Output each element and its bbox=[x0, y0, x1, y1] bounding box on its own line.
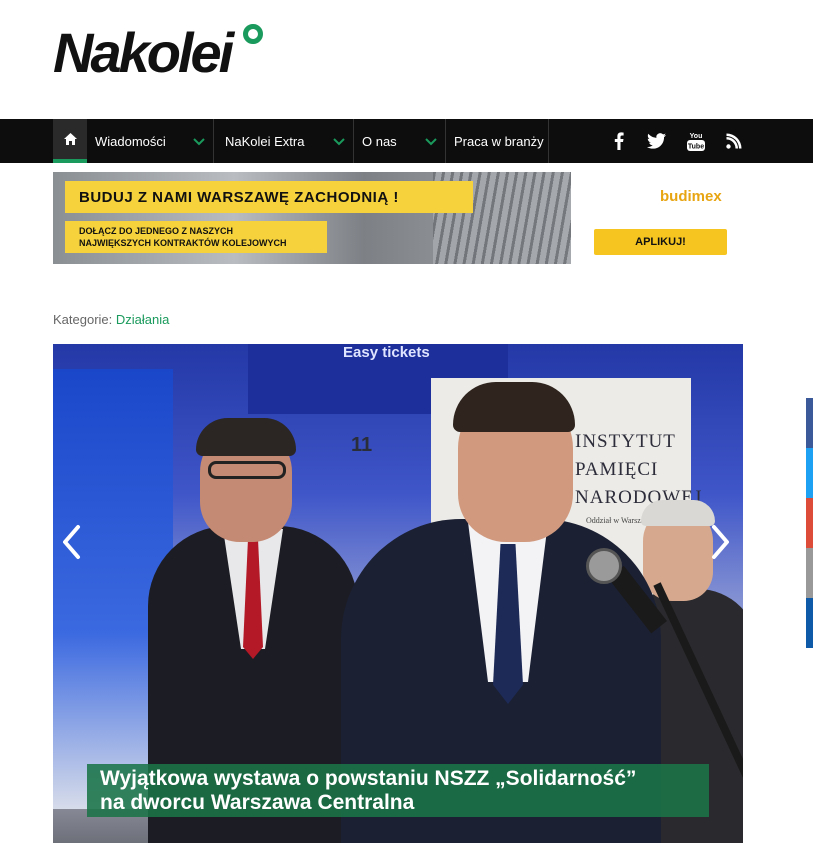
share-email-button[interactable] bbox=[806, 548, 813, 598]
categories-label: Kategorie: bbox=[53, 312, 113, 327]
main-navigation: Wiadomości NaKolei Extra O nas Praca w b… bbox=[0, 119, 813, 163]
logo-wordmark: Nakolei bbox=[53, 21, 234, 84]
nav-item-label: Wiadomości bbox=[95, 133, 166, 149]
rss-link[interactable] bbox=[716, 119, 752, 163]
chevron-down-icon[interactable] bbox=[423, 133, 439, 149]
logo-dot bbox=[243, 24, 263, 44]
nav-item-praca-w-branzy[interactable]: Praca w branży bbox=[446, 119, 549, 163]
category-link[interactable]: Działania bbox=[116, 312, 169, 327]
facebook-icon bbox=[614, 132, 624, 150]
ipn-line: PAMIĘCI bbox=[575, 459, 659, 480]
share-google-button[interactable] bbox=[806, 498, 813, 548]
photo-sign-text: Easy tickets bbox=[343, 344, 430, 361]
svg-text:You: You bbox=[690, 133, 703, 140]
nav-item-label: Praca w branży bbox=[454, 133, 544, 149]
banner-subline-1: DOŁĄCZ DO JEDNEGO Z NASZYCH bbox=[79, 226, 234, 236]
twitter-icon bbox=[646, 133, 666, 149]
caption-line-2: na dworcu Warszawa Centralna bbox=[100, 791, 415, 814]
nav-item-wiadomosci[interactable]: Wiadomości bbox=[87, 119, 214, 163]
photo-platform-number: 11 bbox=[351, 434, 373, 456]
photo-person-center-hair bbox=[453, 382, 575, 432]
caption-line-1: Wyjątkowa wystawa o powstaniu NSZZ „Soli… bbox=[100, 767, 637, 790]
article-categories: Kategorie: Działania bbox=[53, 312, 169, 327]
nav-item-o-nas[interactable]: O nas bbox=[354, 119, 446, 163]
banner-headline: BUDUJ Z NAMI WARSZAWĘ ZACHODNIĄ ! bbox=[65, 181, 473, 213]
home-icon bbox=[63, 133, 77, 145]
nav-item-label: O nas bbox=[362, 133, 397, 149]
advertisement-banner[interactable]: BUDUJ Z NAMI WARSZAWĘ ZACHODNIĄ ! DOŁĄCZ… bbox=[53, 172, 733, 264]
photo-person-left-hair bbox=[196, 418, 296, 456]
banner-subline: DOŁĄCZ DO JEDNEGO Z NASZYCH NAJWIĘKSZYCH… bbox=[65, 221, 327, 253]
share-bar bbox=[806, 398, 813, 648]
site-header: Nakolei bbox=[0, 0, 813, 119]
nav-home-button[interactable] bbox=[53, 119, 87, 163]
twitter-link[interactable] bbox=[638, 119, 674, 163]
rss-icon bbox=[726, 133, 742, 149]
chevron-down-icon[interactable] bbox=[191, 133, 207, 149]
chevron-down-icon[interactable] bbox=[331, 133, 347, 149]
ipn-line: INSTYTUT bbox=[575, 431, 676, 452]
slider-next-icon[interactable] bbox=[708, 524, 732, 560]
svg-text:Tube: Tube bbox=[688, 144, 704, 151]
nav-item-nakolei-extra[interactable]: NaKolei Extra bbox=[214, 119, 354, 163]
slide-caption[interactable]: Wyjątkowa wystawa o powstaniu NSZZ „Soli… bbox=[87, 764, 709, 817]
facebook-link[interactable] bbox=[601, 119, 637, 163]
youtube-icon: You Tube bbox=[687, 133, 705, 151]
hero-slider[interactable]: Easy tickets 11 INSTYTUT PAMIĘCI NARODOW… bbox=[53, 344, 743, 843]
site-logo[interactable]: Nakolei bbox=[53, 22, 268, 84]
youtube-link[interactable]: You Tube bbox=[678, 119, 714, 163]
photo-microphone-head bbox=[586, 548, 622, 584]
apply-button[interactable]: APLIKUJ! bbox=[594, 229, 727, 255]
banner-brand-logo: budimex bbox=[660, 188, 722, 205]
nav-item-label: NaKolei Extra bbox=[225, 133, 305, 149]
photo-person-left-glasses bbox=[208, 461, 286, 479]
banner-subline-2: NAJWIĘKSZYCH KONTRAKTÓW KOLEJOWYCH bbox=[79, 238, 287, 248]
slider-prev-icon[interactable] bbox=[60, 524, 84, 560]
share-linkedin-button[interactable] bbox=[806, 598, 813, 648]
photo-person-right-hair bbox=[641, 500, 715, 526]
share-twitter-button[interactable] bbox=[806, 448, 813, 498]
share-facebook-button[interactable] bbox=[806, 398, 813, 448]
